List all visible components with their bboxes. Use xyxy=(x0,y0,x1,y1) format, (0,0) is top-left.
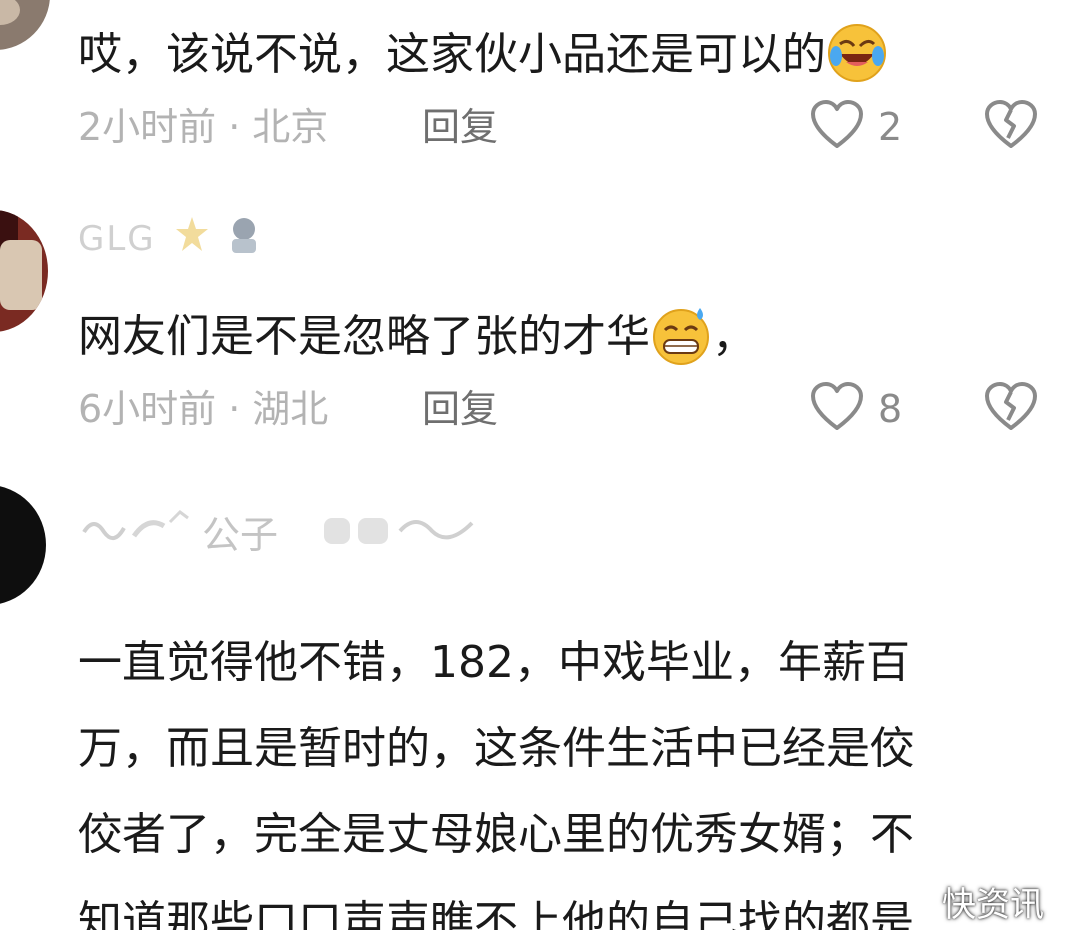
username-text: GLG xyxy=(78,219,156,259)
badge-icon xyxy=(170,213,214,265)
comment-location: 北京 xyxy=(252,105,329,149)
comment-time: 2小时前 xyxy=(78,105,217,149)
username[interactable]: 公子 xyxy=(78,506,476,557)
dislike-button[interactable] xyxy=(984,382,1038,436)
avatar[interactable] xyxy=(0,210,48,332)
comment-meta: 6小时前 · 湖北 xyxy=(78,390,328,428)
username-blur xyxy=(358,518,389,544)
comment-text-line: 佼者了，完全是丈母娘心里的优秀女婿；不 xyxy=(78,809,914,860)
comment-text-line: 一直觉得他不错，182，中戏毕业，年薪百 xyxy=(78,637,910,688)
laughing-crying-emoji-icon xyxy=(826,22,888,92)
username[interactable]: GLG xyxy=(78,214,266,264)
comment-list: 哎，该说不说，这家伙小品还是可以的 2小时前 · 北京 回复 2 GLG 网友们… xyxy=(0,0,1080,930)
like-count: 2 xyxy=(878,105,903,149)
comment-text-suffix: ， xyxy=(712,311,756,362)
username-blur xyxy=(324,518,351,544)
watermark: 快资讯 xyxy=(942,885,1044,925)
heart-icon xyxy=(810,100,864,154)
username-decoration xyxy=(78,502,198,560)
comment-text-line: 万，而且是暂时的，这条件生活中已经是佼 xyxy=(78,723,914,774)
badge-icon xyxy=(222,213,266,265)
separator: · xyxy=(228,387,241,431)
dislike-button[interactable] xyxy=(984,100,1038,154)
heart-icon xyxy=(810,382,864,436)
reply-button[interactable]: 回复 xyxy=(422,108,498,146)
avatar[interactable] xyxy=(0,485,46,605)
comment-body: 哎，该说不说，这家伙小品还是可以的 xyxy=(78,22,888,92)
comment-time: 6小时前 xyxy=(78,387,217,431)
broken-heart-icon xyxy=(984,382,1038,436)
broken-heart-icon xyxy=(984,100,1038,154)
comment-text: 网友们是不是忽略了张的才华 xyxy=(78,311,650,362)
separator: · xyxy=(228,105,241,149)
reply-button[interactable]: 回复 xyxy=(422,390,498,428)
comment-text: 哎，该说不说，这家伙小品还是可以的 xyxy=(78,29,826,80)
comment-text-line: 知道那些口口声声瞧不上他的自己找的都是 xyxy=(78,897,914,930)
like-button[interactable]: 8 xyxy=(810,382,902,436)
comment-body: 一直觉得他不错，182，中戏毕业，年薪百 万，而且是暂时的，这条件生活中已经是佼… xyxy=(78,620,1058,878)
comment-meta: 2小时前 · 北京 xyxy=(78,108,328,146)
username-decoration xyxy=(396,507,476,555)
avatar[interactable] xyxy=(0,0,50,50)
like-button[interactable]: 2 xyxy=(810,100,902,154)
like-count: 8 xyxy=(878,387,903,431)
username-text: 公子 xyxy=(202,512,279,557)
comment-location: 湖北 xyxy=(252,387,329,431)
grinning-sweat-emoji-icon xyxy=(650,304,712,374)
comment-body: 网友们是不是忽略了张的才华 ， xyxy=(78,304,756,374)
